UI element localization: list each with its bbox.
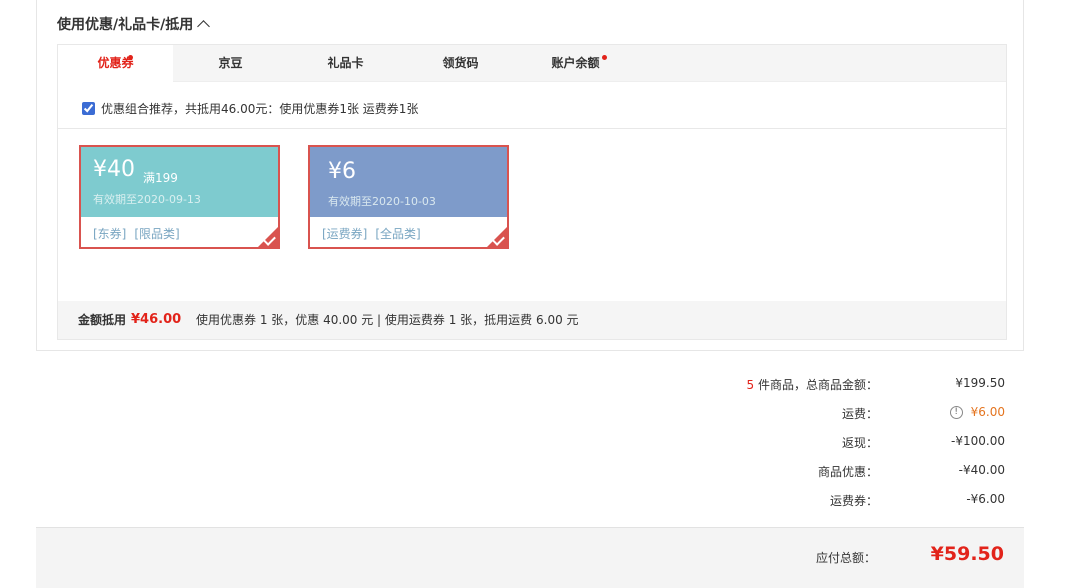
coupon-head: ¥6 有效期至2020-10-03 [310,147,507,217]
coupon-condition: 满199 [143,171,178,185]
tab-account-balance[interactable]: 账户余额 [518,45,633,82]
coupon-card[interactable]: ¥40 满199 有效期至2020-09-13 [东券] [限品类] [79,145,280,249]
divider [58,128,1006,129]
tab-label: 账户余额 [551,56,600,70]
tab-bar: 优惠券 京豆 礼品卡 领货码 账户余额 [58,45,1006,83]
section-title-text: 使用优惠/礼品卡/抵用 [57,17,194,33]
summary-value: ¥46.00 [131,312,182,327]
combo-text: 优惠组合推荐，共抵用46.00元：使用优惠券1张 运费券1张 [101,102,419,116]
fee-label: 商品优惠： [817,465,878,479]
summary-description: 使用优惠券 1 张，优惠 40.00 元 | 使用运费券 1 张，抵用运费 6.… [196,313,579,327]
fee-row-shipping-coupon: 运费券： -¥6.00 [0,492,1071,512]
coupon-tag: [东券] [93,227,127,241]
tab-jingdou[interactable]: 京豆 [173,45,288,82]
combo-recommendation[interactable]: 优惠组合推荐，共抵用46.00元：使用优惠券1张 运费券1张 [82,100,418,117]
fee-label: 返现： [841,436,878,450]
tab-pickup-code[interactable]: 领货码 [403,45,518,82]
chevron-up-icon[interactable] [197,20,211,33]
coupon-expiry: 有效期至2020-10-03 [328,195,436,208]
discount-panel: 使用优惠/礼品卡/抵用 优惠券 京豆 礼品卡 领货码 账户余额 优惠组合推荐，共… [36,0,1024,351]
notification-dot-icon [128,55,133,60]
fee-value: ¥199.50 [955,376,1005,390]
fee-row-shipping: 运费： ! ¥6.00 [0,405,1071,425]
summary-label: 金额抵用 [78,313,127,327]
coupon-tag: [限品类] [134,227,180,241]
coupon-tag: [运费券] [322,227,368,241]
tab-label: 京豆 [218,56,243,70]
tab-label: 领货码 [442,56,479,70]
coupon-expiry: 有效期至2020-09-13 [93,193,201,206]
combo-checkbox[interactable] [82,102,95,115]
fee-value: -¥40.00 [958,463,1005,477]
fee-value: -¥100.00 [951,434,1005,448]
fee-label: 运费券： [829,494,878,508]
coupon-amount: ¥40 [93,157,135,182]
tab-giftcard[interactable]: 礼品卡 [288,45,403,82]
fee-row-items: 5 件商品，总商品金额： ¥199.50 [0,376,1071,396]
total-label: 应付总额： [815,551,876,565]
fee-label: 5 件商品，总商品金额： [747,376,878,393]
section-title[interactable]: 使用优惠/礼品卡/抵用 [57,14,211,34]
fee-value: ! ¥6.00 [949,405,1005,419]
discount-summary: 金额抵用 ¥46.00 使用优惠券 1 张，优惠 40.00 元 | 使用运费券… [58,301,1006,339]
tab-coupon[interactable]: 优惠券 [58,45,173,83]
fee-row-discount: 商品优惠： -¥40.00 [0,463,1071,483]
fee-label: 运费： [841,407,878,421]
coupon-tags: [东券] [限品类] [93,225,188,242]
fee-value: -¥6.00 [966,492,1005,506]
coupon-tags: [运费券] [全品类] [322,225,429,242]
coupon-head: ¥40 满199 有效期至2020-09-13 [81,147,278,217]
discount-tabs-container: 优惠券 京豆 礼品卡 领货码 账户余额 优惠组合推荐，共抵用46.00元：使用优… [57,44,1007,340]
coupon-card[interactable]: ¥6 有效期至2020-10-03 [运费券] [全品类] [308,145,509,249]
tab-label: 礼品卡 [327,56,364,70]
fee-label-text: 件商品，总商品金额： [754,378,878,392]
coupon-amount: ¥6 [328,159,356,184]
info-icon[interactable]: ! [949,406,963,419]
total-value: ¥59.50 [930,543,1004,565]
shipping-value: ¥6.00 [970,405,1005,419]
fee-row-cashback: 返现： -¥100.00 [0,434,1071,454]
total-bar: 应付总额： ¥59.50 [36,527,1024,588]
coupon-tag: [全品类] [375,227,421,241]
notification-dot-icon [602,55,607,60]
